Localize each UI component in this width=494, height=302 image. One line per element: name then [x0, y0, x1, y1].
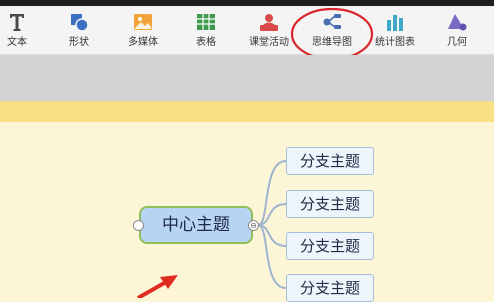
red-pointer-arrow [137, 275, 178, 298]
